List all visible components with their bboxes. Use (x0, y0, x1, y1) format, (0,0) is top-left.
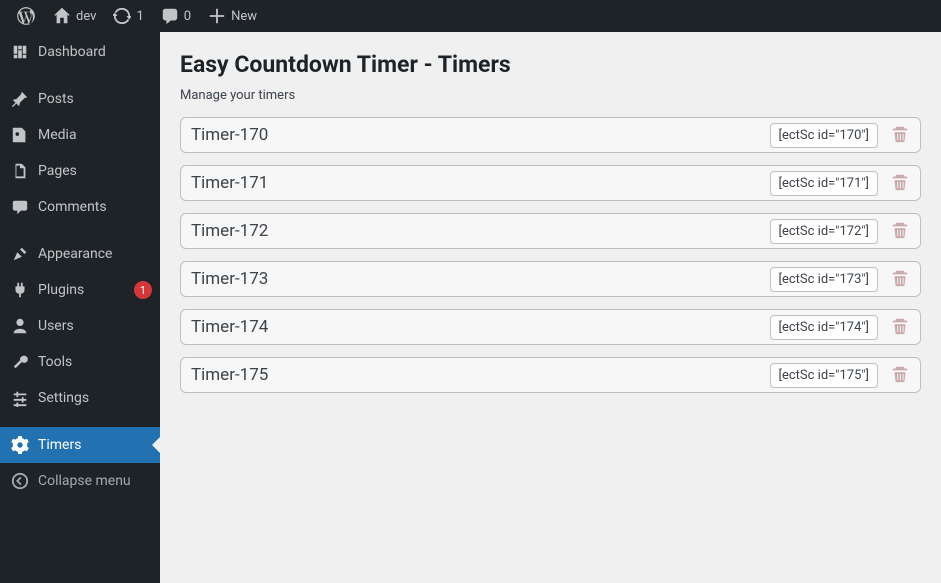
delete-timer-button[interactable] (888, 123, 912, 147)
gear-icon (10, 435, 30, 455)
new-label: New (231, 9, 257, 24)
wp-logo-menu[interactable] (8, 0, 44, 32)
comments-link[interactable]: 0 (152, 0, 199, 32)
timer-name: Timer-174 (191, 317, 770, 337)
menu-separator (0, 227, 160, 232)
main-content: Easy Countdown Timer - Timers Manage you… (160, 32, 941, 583)
sidebar-item-settings[interactable]: Settings (0, 380, 160, 416)
sidebar-item-plugins[interactable]: Plugins 1 (0, 272, 160, 308)
pages-icon (10, 161, 30, 181)
timer-row[interactable]: Timer-174[ectSc id="174"] (180, 309, 921, 345)
delete-timer-button[interactable] (888, 219, 912, 243)
page-title: Easy Countdown Timer - Timers (180, 42, 921, 82)
wordpress-icon (16, 6, 36, 26)
sidebar-item-timers[interactable]: Timers (0, 427, 160, 463)
media-icon (10, 125, 30, 145)
updates-count: 1 (136, 9, 143, 24)
tools-icon (10, 352, 30, 372)
settings-icon (10, 388, 30, 408)
trash-icon (891, 317, 909, 338)
plugin-icon (10, 280, 30, 300)
site-home-link[interactable]: dev (44, 0, 104, 32)
trash-icon (891, 221, 909, 242)
sidebar-item-tools[interactable]: Tools (0, 344, 160, 380)
page-subtitle: Manage your timers (180, 88, 921, 103)
timer-name: Timer-171 (191, 173, 770, 193)
sidebar-item-posts[interactable]: Posts (0, 81, 160, 117)
appearance-icon (10, 244, 30, 264)
sidebar-item-users[interactable]: Users (0, 308, 160, 344)
timer-name: Timer-173 (191, 269, 770, 289)
trash-icon (891, 173, 909, 194)
timers-list: Timer-170[ectSc id="170"]Timer-171[ectSc… (180, 117, 921, 393)
admin-sidebar: Dashboard Posts Media Pages Comments App… (0, 32, 160, 583)
collapse-menu-button[interactable]: Collapse menu (0, 463, 160, 499)
timer-row[interactable]: Timer-171[ectSc id="171"] (180, 165, 921, 201)
timer-name: Timer-172 (191, 221, 770, 241)
timer-row[interactable]: Timer-173[ectSc id="173"] (180, 261, 921, 297)
admin-toolbar: dev 1 0 New (0, 0, 941, 32)
trash-icon (891, 269, 909, 290)
sidebar-item-label: Appearance (38, 246, 152, 262)
menu-separator (0, 418, 160, 423)
timer-shortcode[interactable]: [ectSc id="173"] (770, 267, 878, 292)
trash-icon (891, 125, 909, 146)
timer-shortcode[interactable]: [ectSc id="174"] (770, 315, 878, 340)
timer-shortcode[interactable]: [ectSc id="172"] (770, 219, 878, 244)
collapse-label: Collapse menu (38, 473, 152, 489)
sidebar-item-dashboard[interactable]: Dashboard (0, 34, 160, 70)
home-icon (52, 6, 72, 26)
plus-icon (207, 6, 227, 26)
sidebar-item-label: Settings (38, 390, 152, 406)
delete-timer-button[interactable] (888, 363, 912, 387)
updates-link[interactable]: 1 (104, 0, 151, 32)
sidebar-item-pages[interactable]: Pages (0, 153, 160, 189)
plugin-update-badge: 1 (134, 281, 152, 299)
timer-row[interactable]: Timer-172[ectSc id="172"] (180, 213, 921, 249)
sidebar-item-label: Tools (38, 354, 152, 370)
sidebar-item-label: Comments (38, 199, 152, 215)
delete-timer-button[interactable] (888, 315, 912, 339)
new-content-menu[interactable]: New (199, 0, 265, 32)
sidebar-item-label: Media (38, 127, 152, 143)
comments-count: 0 (184, 9, 191, 24)
users-icon (10, 316, 30, 336)
sidebar-item-label: Dashboard (38, 44, 152, 60)
timer-shortcode[interactable]: [ectSc id="171"] (770, 171, 878, 196)
sidebar-item-label: Posts (38, 91, 152, 107)
sidebar-item-media[interactable]: Media (0, 117, 160, 153)
sidebar-item-label: Pages (38, 163, 152, 179)
timer-shortcode[interactable]: [ectSc id="175"] (770, 363, 878, 388)
sidebar-item-label: Users (38, 318, 152, 334)
collapse-icon (10, 471, 30, 491)
comment-icon (160, 6, 180, 26)
sidebar-item-label: Timers (38, 437, 152, 453)
sidebar-item-comments[interactable]: Comments (0, 189, 160, 225)
sidebar-item-appearance[interactable]: Appearance (0, 236, 160, 272)
delete-timer-button[interactable] (888, 267, 912, 291)
trash-icon (891, 365, 909, 386)
sidebar-item-label: Plugins (38, 282, 122, 298)
timer-name: Timer-175 (191, 365, 770, 385)
delete-timer-button[interactable] (888, 171, 912, 195)
timer-row[interactable]: Timer-170[ectSc id="170"] (180, 117, 921, 153)
dashboard-icon (10, 42, 30, 62)
timer-row[interactable]: Timer-175[ectSc id="175"] (180, 357, 921, 393)
update-icon (112, 6, 132, 26)
site-name: dev (76, 9, 96, 24)
pin-icon (10, 89, 30, 109)
comments-icon (10, 197, 30, 217)
timer-shortcode[interactable]: [ectSc id="170"] (770, 123, 878, 148)
timer-name: Timer-170 (191, 125, 770, 145)
menu-separator (0, 72, 160, 77)
